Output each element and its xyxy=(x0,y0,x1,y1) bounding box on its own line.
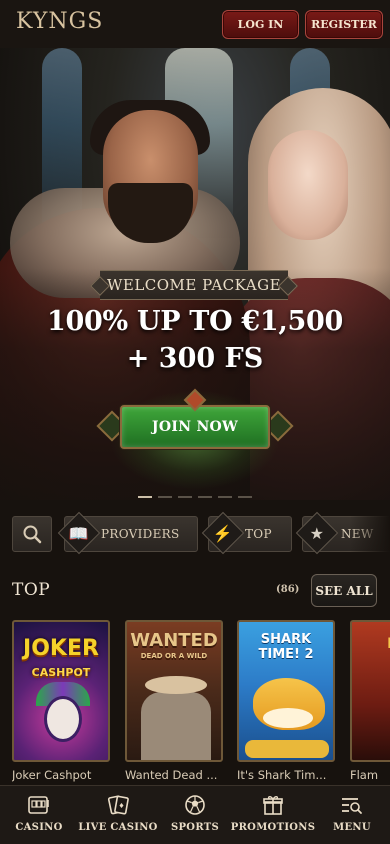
category-bar: 📖 PROVIDERS ⚡ TOP ★ NEW xyxy=(12,511,390,555)
game-name[interactable]: Wanted Dead ... xyxy=(125,768,223,782)
nav-casino[interactable]: CASINO xyxy=(14,786,64,844)
game-art-title: WANTED xyxy=(130,630,218,651)
nav-promotions[interactable]: PROMOTIONS xyxy=(230,786,316,844)
login-button[interactable]: LOG IN xyxy=(222,10,299,39)
slot-machine-icon xyxy=(26,794,52,816)
join-now-button[interactable]: JOIN NOW xyxy=(120,405,270,449)
carousel-dot[interactable] xyxy=(218,496,232,498)
game-thumbnail[interactable]: SHARK TIME! 2 xyxy=(237,620,335,762)
joker-face xyxy=(44,696,82,742)
see-all-button[interactable]: SEE ALL xyxy=(311,574,377,607)
nav-sports[interactable]: SPORTS xyxy=(168,786,222,844)
nav-live-casino[interactable]: LIVE CASINO xyxy=(78,786,158,844)
game-card[interactable]: JOKER CASHPOT Joker Cashpot xyxy=(12,620,110,782)
game-name[interactable]: It's Shark Tim... xyxy=(237,768,335,782)
carousel-dot[interactable] xyxy=(138,496,152,498)
gold-coins xyxy=(245,740,329,758)
nav-label: MENU xyxy=(333,822,371,833)
game-art-title: Fla xyxy=(352,636,390,652)
offer-free-spins: + 300 FS xyxy=(126,343,264,374)
offer-headline: 100% UP TO €1,500 xyxy=(47,306,343,337)
book-icon: 📖 xyxy=(57,511,101,555)
game-thumbnail[interactable]: WANTED DEAD OR A WILD xyxy=(125,620,223,762)
hero-banner[interactable]: WELCOME PACKAGE 100% UP TO €1,500 + 300 … xyxy=(0,48,390,500)
game-thumbnail[interactable]: JOKER CASHPOT xyxy=(12,620,110,762)
shark-belly xyxy=(263,708,313,728)
game-card[interactable]: Fla Flam xyxy=(350,620,390,782)
game-art-subtitle: CASHPOT xyxy=(31,666,91,679)
game-thumbnail[interactable]: Fla xyxy=(350,620,390,762)
game-art-subtitle: DEAD OR A WILD xyxy=(140,652,208,660)
nav-menu[interactable]: MENU xyxy=(328,786,376,844)
cowboy-figure xyxy=(141,692,211,760)
game-card[interactable]: WANTED DEAD OR A WILD Wanted Dead ... xyxy=(125,620,223,782)
carousel-dot[interactable] xyxy=(178,496,192,498)
game-carousel: JOKER CASHPOT Joker Cashpot WANTED DEAD … xyxy=(12,620,390,786)
gift-icon xyxy=(260,794,286,816)
nav-label: CASINO xyxy=(15,822,63,833)
section-title: TOP xyxy=(12,580,51,600)
scroll-fade xyxy=(350,505,390,560)
category-label: TOP xyxy=(245,527,272,541)
star-icon: ★ xyxy=(295,511,339,555)
search-button[interactable] xyxy=(12,516,52,552)
carousel-pagination xyxy=(0,496,390,498)
carousel-dot[interactable] xyxy=(198,496,212,498)
search-icon xyxy=(23,525,42,544)
carousel-dot[interactable] xyxy=(158,496,172,498)
menu-search-icon xyxy=(339,794,365,816)
kyngs-logo[interactable]: KYNGS xyxy=(16,9,103,34)
soccer-ball-icon xyxy=(182,794,208,816)
category-top[interactable]: ⚡ TOP xyxy=(201,511,292,555)
game-name[interactable]: Joker Cashpot xyxy=(12,768,110,782)
nav-label: SPORTS xyxy=(170,822,220,833)
top-header: KYNGS LOG IN REGISTER xyxy=(0,0,390,48)
nav-label: PROMOTIONS xyxy=(230,822,316,833)
queen-figure-face xyxy=(268,130,348,240)
game-card[interactable]: SHARK TIME! 2 It's Shark Tim... xyxy=(237,620,335,782)
category-providers[interactable]: 📖 PROVIDERS xyxy=(57,511,198,555)
bottom-nav: CASINO LIVE CASINO SPORTS PROMOTIONS MEN… xyxy=(0,785,390,844)
nav-label: LIVE CASINO xyxy=(78,822,158,833)
category-label: PROVIDERS xyxy=(101,527,180,541)
cowboy-hat xyxy=(145,676,207,694)
game-art-title: SHARK TIME! 2 xyxy=(258,632,314,662)
register-button[interactable]: REGISTER xyxy=(305,10,383,39)
lightning-icon: ⚡ xyxy=(201,511,245,555)
game-name[interactable]: Flam xyxy=(350,768,390,782)
cards-icon xyxy=(105,794,131,816)
game-count: (86) xyxy=(276,584,300,595)
game-art-title: JOKER xyxy=(23,636,99,661)
welcome-package-label: WELCOME PACKAGE xyxy=(100,270,288,300)
carousel-dot[interactable] xyxy=(238,496,252,498)
